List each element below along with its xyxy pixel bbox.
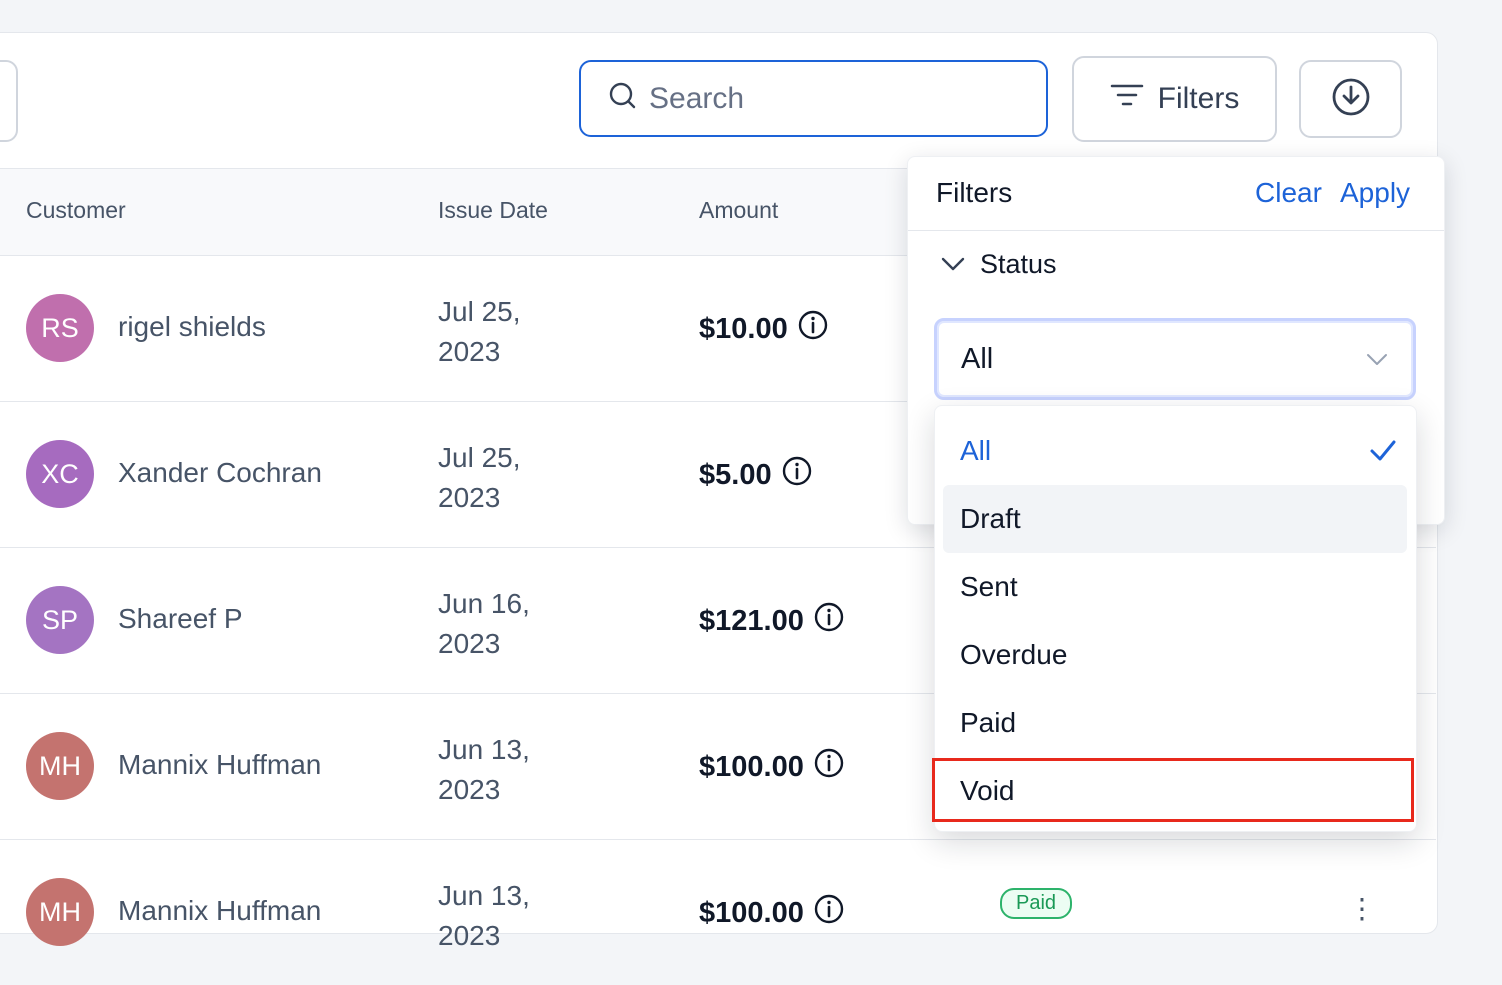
amount-value: $121.00 bbox=[699, 604, 804, 637]
row-actions-icon[interactable]: ⋮ bbox=[1348, 892, 1376, 925]
issue-date-line1: Jun 16, bbox=[438, 588, 530, 619]
search-placeholder: Search bbox=[649, 81, 745, 115]
amount: $100.00 bbox=[699, 748, 844, 786]
issue-date-line2: 2023 bbox=[438, 628, 501, 659]
column-header-issue-date[interactable]: Issue Date bbox=[438, 197, 548, 224]
info-icon[interactable] bbox=[782, 456, 812, 494]
issue-date-line2: 2023 bbox=[438, 336, 501, 367]
option-label: Void bbox=[960, 775, 1015, 806]
amount: $100.00 bbox=[699, 894, 844, 932]
customer-name[interactable]: Mannix Huffman bbox=[118, 749, 321, 781]
option-overdue[interactable]: Overdue bbox=[943, 621, 1407, 689]
column-header-customer[interactable]: Customer bbox=[26, 197, 126, 224]
issue-date-line1: Jun 13, bbox=[438, 734, 530, 765]
avatar: MH bbox=[26, 878, 94, 946]
amount-value: $100.00 bbox=[699, 896, 804, 929]
search-icon bbox=[609, 82, 637, 115]
status-section-toggle[interactable]: Status bbox=[940, 249, 1057, 280]
issue-date-line1: Jun 13, bbox=[438, 880, 530, 911]
amount: $10.00 bbox=[699, 310, 828, 348]
option-void[interactable]: Void bbox=[943, 757, 1407, 825]
issue-date: Jul 25, 2023 bbox=[438, 292, 568, 372]
status-label: Status bbox=[980, 249, 1057, 279]
table-row[interactable]: MH Mannix Huffman Jun 13, 2023 $100.00 P… bbox=[0, 840, 1436, 985]
issue-date: Jun 13, 2023 bbox=[438, 876, 568, 956]
issue-date: Jul 25, 2023 bbox=[438, 438, 568, 518]
avatar: XC bbox=[26, 440, 94, 508]
option-draft[interactable]: Draft bbox=[943, 485, 1407, 553]
avatar: SP bbox=[26, 586, 94, 654]
filter-lines-icon bbox=[1110, 82, 1144, 116]
customer-name[interactable]: Mannix Huffman bbox=[118, 895, 321, 927]
amount: $5.00 bbox=[699, 456, 812, 494]
issue-date: Jun 13, 2023 bbox=[438, 730, 568, 810]
filters-panel-header: Filters Clear Apply bbox=[908, 157, 1444, 231]
issue-date-line2: 2023 bbox=[438, 482, 501, 513]
download-icon bbox=[1331, 77, 1371, 122]
status-select-value: All bbox=[961, 342, 994, 375]
clear-button[interactable]: Clear bbox=[1255, 177, 1322, 209]
status-badge: Paid bbox=[1000, 888, 1073, 919]
issue-date-line1: Jul 25, bbox=[438, 442, 521, 473]
checkmark-icon bbox=[1369, 437, 1397, 469]
option-label: Paid bbox=[960, 707, 1017, 738]
download-button[interactable] bbox=[1299, 60, 1402, 138]
filters-panel-title: Filters bbox=[936, 177, 1013, 208]
info-icon[interactable] bbox=[814, 602, 844, 640]
amount-value: $10.00 bbox=[699, 312, 788, 345]
amount-value: $5.00 bbox=[699, 458, 772, 491]
filters-button-label: Filters bbox=[1157, 82, 1240, 115]
search-input[interactable]: Search bbox=[579, 60, 1048, 137]
option-sent[interactable]: Sent bbox=[943, 553, 1407, 621]
customer-name[interactable]: Shareef P bbox=[118, 603, 243, 635]
info-icon[interactable] bbox=[814, 894, 844, 932]
issue-date: Jun 16, 2023 bbox=[438, 584, 568, 664]
left-control-stub[interactable] bbox=[0, 60, 18, 142]
avatar: RS bbox=[26, 294, 94, 362]
chevron-down-icon bbox=[940, 249, 966, 280]
status-select[interactable]: All bbox=[934, 318, 1416, 400]
amount-value: $100.00 bbox=[699, 750, 804, 783]
option-label: Sent bbox=[960, 571, 1018, 602]
customer-name[interactable]: Xander Cochran bbox=[118, 457, 322, 489]
issue-date-line1: Jul 25, bbox=[438, 296, 521, 327]
option-paid[interactable]: Paid bbox=[943, 689, 1407, 757]
apply-button[interactable]: Apply bbox=[1340, 177, 1410, 209]
issue-date-line2: 2023 bbox=[438, 774, 501, 805]
info-icon[interactable] bbox=[814, 748, 844, 786]
option-label: Draft bbox=[960, 503, 1021, 534]
column-header-amount[interactable]: Amount bbox=[699, 197, 778, 224]
filters-button[interactable]: Filters bbox=[1072, 56, 1277, 142]
option-label: All bbox=[960, 435, 992, 466]
info-icon[interactable] bbox=[798, 310, 828, 348]
issue-date-line2: 2023 bbox=[438, 920, 501, 951]
amount: $121.00 bbox=[699, 602, 844, 640]
avatar: MH bbox=[26, 732, 94, 800]
option-label: Overdue bbox=[960, 639, 1068, 670]
option-all[interactable]: All bbox=[943, 417, 1407, 485]
customer-name[interactable]: rigel shields bbox=[118, 311, 266, 343]
chevron-down-icon bbox=[1365, 343, 1389, 376]
status-options-menu: All Draft Sent Overdue Paid Void bbox=[934, 405, 1417, 832]
